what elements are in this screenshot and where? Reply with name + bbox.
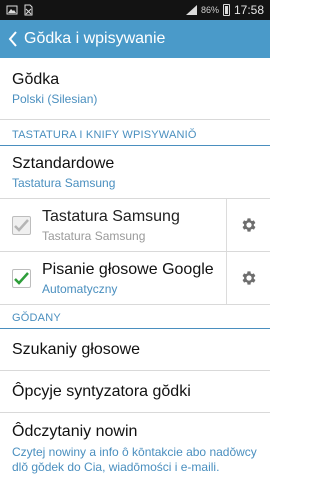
photo-icon	[6, 4, 18, 16]
check-icon	[14, 218, 29, 232]
samsung-keyboard-title: Tastatura Samsung	[42, 207, 180, 225]
page-title: Gŏdka i wpisywanie	[24, 30, 166, 47]
gear-icon	[242, 218, 255, 232]
read-notifications-title: Ôdczytaniy nowin	[12, 423, 138, 440]
default-keyboard-title: Sztandardowe	[12, 154, 115, 172]
google-voice-title: Pisanie głosowe Google	[42, 260, 214, 278]
section-header-speech: GŎDANY	[0, 305, 270, 329]
language-item[interactable]: Gŏdka Polski (Silesian)	[0, 58, 270, 120]
language-title: Gŏdka	[12, 71, 60, 88]
google-voice-summary: Automatyczny	[42, 281, 118, 296]
samsung-keyboard-checkbox[interactable]	[12, 215, 31, 235]
check-icon	[14, 271, 29, 285]
battery-percent: 86%	[200, 5, 219, 15]
back-button[interactable]	[4, 20, 22, 58]
voice-search-title: Szukaniy głosowe	[12, 340, 141, 358]
samsung-keyboard-settings-button[interactable]	[226, 199, 270, 251]
gear-icon	[242, 271, 255, 285]
google-voice-checkbox[interactable]	[12, 268, 31, 288]
section-header-keyboards: TASTATURA I KNIFY WPISYWANIŎ	[0, 120, 270, 146]
voice-search-item[interactable]: Szukaniy głosowe	[0, 329, 270, 371]
action-bar: Gŏdka i wpisywanie	[0, 20, 270, 58]
google-voice-item[interactable]: Pisanie głosowe Google Automatyczny	[0, 252, 270, 305]
tts-options-title: Ôpcyje syntyzatora gŏdki	[12, 382, 191, 400]
language-summary: Polski (Silesian)	[12, 92, 98, 106]
no-sim-icon	[22, 4, 34, 16]
default-keyboard-summary: Tastatura Samsung	[12, 175, 116, 190]
battery-icon	[222, 4, 230, 16]
clock: 17:58	[233, 3, 264, 17]
google-voice-settings-button[interactable]	[226, 252, 270, 304]
samsung-keyboard-item[interactable]: Tastatura Samsung Tastatura Samsung	[0, 199, 270, 252]
default-keyboard-item[interactable]: Sztandardowe Tastatura Samsung	[0, 146, 270, 199]
signal-icon	[185, 4, 197, 16]
samsung-keyboard-summary: Tastatura Samsung	[42, 228, 146, 243]
read-notifications-summary: Czytej nowiny a info ô kōntakcie abo nad…	[12, 445, 257, 474]
read-notifications-item[interactable]: Ôdczytaniy nowin Czytej nowiny a info ô …	[0, 413, 270, 480]
tts-options-item[interactable]: Ôpcyje syntyzatora gŏdki	[0, 371, 270, 413]
status-bar: 86% 17:58	[0, 0, 270, 20]
chevron-left-icon	[8, 31, 17, 47]
